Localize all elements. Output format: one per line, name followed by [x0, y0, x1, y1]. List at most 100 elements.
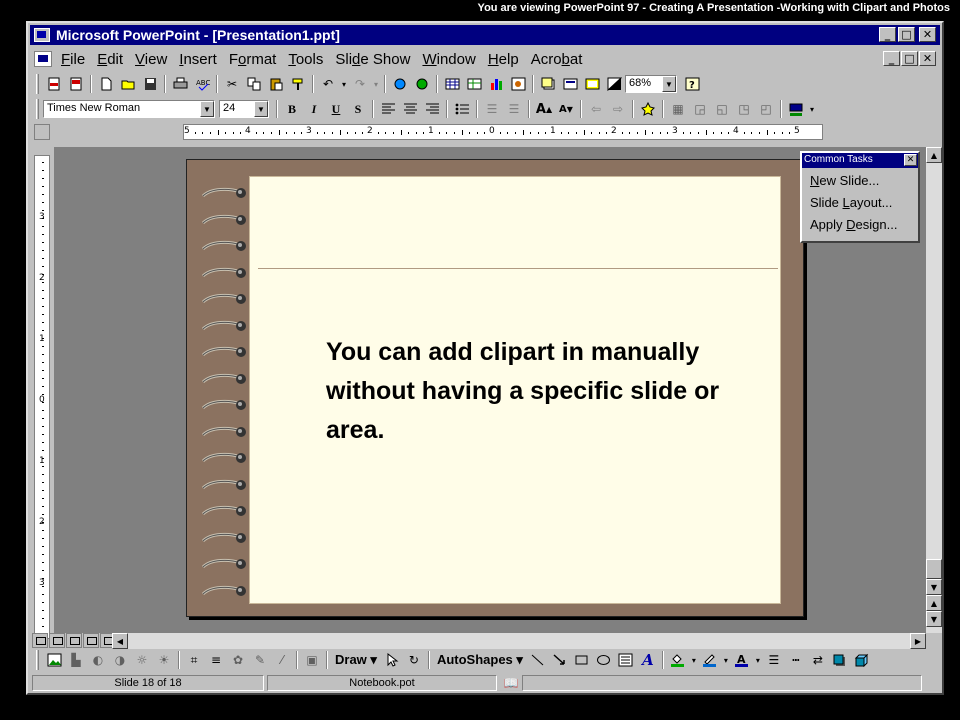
vertical-scrollbar[interactable]: ▲ ▼ ▲ ▼: [926, 147, 942, 633]
new-slide-button[interactable]: New Slide...: [802, 168, 918, 190]
doc-restore-button[interactable]: □: [901, 51, 918, 66]
menu-edit[interactable]: Edit: [96, 51, 124, 68]
scroll-down-icon[interactable]: ▼: [926, 579, 942, 595]
align-right-icon[interactable]: [421, 98, 443, 120]
set-transparent-icon[interactable]: ⁄: [271, 649, 293, 671]
menu-file[interactable]: File: [60, 51, 86, 68]
insert-picture-icon[interactable]: [43, 649, 65, 671]
undo-dropdown-icon[interactable]: ▾: [339, 73, 349, 95]
zoom-dropdown-icon[interactable]: ▼: [662, 76, 676, 92]
rectangle-icon[interactable]: [571, 649, 593, 671]
new-slide-icon[interactable]: [537, 73, 559, 95]
scroll-thumb[interactable]: [926, 559, 942, 579]
size-dropdown-icon[interactable]: ▼: [254, 101, 268, 117]
menu-help[interactable]: Help: [487, 51, 520, 68]
decrease-font-icon[interactable]: A ▼: [555, 98, 577, 120]
web-toolbar-icon[interactable]: [411, 73, 433, 95]
minimize-button[interactable]: _: [879, 27, 896, 42]
more-contrast-icon[interactable]: ◑: [109, 649, 131, 671]
menu-slide-show[interactable]: Slide Show: [334, 51, 411, 68]
3d-icon[interactable]: [851, 649, 873, 671]
menu-window[interactable]: Window: [421, 51, 476, 68]
increase-font-icon[interactable]: A ▲: [533, 98, 555, 120]
shadow-icon[interactable]: [829, 649, 851, 671]
new-icon[interactable]: [95, 73, 117, 95]
chart-icon[interactable]: [485, 73, 507, 95]
cut-icon[interactable]: ✂: [221, 73, 243, 95]
paste-icon[interactable]: [265, 73, 287, 95]
line-color-icon[interactable]: [785, 98, 807, 120]
font-color-icon[interactable]: A: [731, 649, 753, 671]
recolor-icon[interactable]: ✿: [227, 649, 249, 671]
send-backward-icon[interactable]: ◱: [711, 98, 733, 120]
free-rotate-icon[interactable]: ↻: [403, 649, 425, 671]
arrow-style-icon[interactable]: ⇄: [807, 649, 829, 671]
font-size-select[interactable]: 24 ▼: [219, 100, 269, 118]
format-painter-icon[interactable]: [287, 73, 309, 95]
promote-icon[interactable]: ⇦: [585, 98, 607, 120]
doc-close-button[interactable]: ✕: [919, 51, 936, 66]
open-icon[interactable]: [117, 73, 139, 95]
fill-color-icon[interactable]: [667, 649, 689, 671]
line-color-draw-dropdown-icon[interactable]: ▾: [721, 649, 731, 671]
slide[interactable]: You can add clipart in manually without …: [186, 159, 804, 617]
menu-format[interactable]: Format: [228, 51, 278, 68]
menu-acrobat[interactable]: Acrobat: [530, 51, 584, 68]
align-center-icon[interactable]: [399, 98, 421, 120]
picture-contrast-icon[interactable]: ▙: [65, 649, 87, 671]
shadow-button[interactable]: S: [347, 98, 369, 120]
print-icon[interactable]: [169, 73, 191, 95]
pdf-email-icon[interactable]: [65, 73, 87, 95]
line-style-icon[interactable]: ≡: [205, 649, 227, 671]
slide-layout-icon[interactable]: [559, 73, 581, 95]
slide-layout-button[interactable]: Slide Layout...: [802, 190, 918, 212]
insert-excel-icon[interactable]: [463, 73, 485, 95]
slide-view-icon[interactable]: [66, 633, 82, 648]
wordart-icon[interactable]: A: [637, 649, 659, 671]
italic-button[interactable]: I: [303, 98, 325, 120]
normal-view-icon[interactable]: [32, 633, 48, 648]
maximize-button[interactable]: □: [898, 27, 915, 42]
previous-slide-icon[interactable]: ▲: [926, 595, 942, 611]
black-white-view-icon[interactable]: [603, 73, 625, 95]
save-icon[interactable]: [139, 73, 161, 95]
select-icon[interactable]: [381, 649, 403, 671]
zoom-select[interactable]: 68% ▼: [625, 75, 677, 93]
pdf-icon[interactable]: [43, 73, 65, 95]
font-name-select[interactable]: Times New Roman ▼: [43, 100, 215, 118]
menu-view[interactable]: View: [134, 51, 168, 68]
slide-sorter-view-icon[interactable]: [83, 633, 99, 648]
line-color-dropdown-icon[interactable]: ▾: [807, 98, 817, 120]
more-brightness-icon[interactable]: ☼: [131, 649, 153, 671]
hyperlink-icon[interactable]: [389, 73, 411, 95]
align-left-icon[interactable]: [377, 98, 399, 120]
slide-body-text[interactable]: You can add clipart in manually without …: [326, 333, 746, 450]
image-color-icon[interactable]: ◐: [87, 649, 109, 671]
spelling-icon[interactable]: ABC: [191, 73, 213, 95]
apply-design-button[interactable]: Apply Design...: [802, 212, 918, 234]
textbox-icon[interactable]: [615, 649, 637, 671]
doc-minimize-button[interactable]: _: [883, 51, 900, 66]
clipart-icon[interactable]: [507, 73, 529, 95]
reset-picture-icon[interactable]: ▣: [301, 649, 323, 671]
font-dropdown-icon[interactable]: ▼: [200, 101, 214, 117]
font-color-dropdown-icon[interactable]: ▾: [753, 649, 763, 671]
document-icon[interactable]: [34, 51, 52, 67]
less-brightness-icon[interactable]: ☀: [153, 649, 175, 671]
menu-tools[interactable]: Tools: [287, 51, 324, 68]
bullet-icon[interactable]: [451, 98, 473, 120]
animation-effects-icon[interactable]: [637, 98, 659, 120]
menu-insert[interactable]: Insert: [178, 51, 218, 68]
oval-icon[interactable]: [593, 649, 615, 671]
line-weight-icon[interactable]: ☰: [763, 649, 785, 671]
rotate-icon[interactable]: ◳: [733, 98, 755, 120]
group-icon[interactable]: ▦: [667, 98, 689, 120]
next-slide-icon[interactable]: ▼: [926, 611, 942, 627]
dash-style-icon[interactable]: ┅: [785, 649, 807, 671]
close-icon[interactable]: ✕: [904, 154, 917, 166]
align-objects-icon[interactable]: ◰: [755, 98, 777, 120]
bring-forward-icon[interactable]: ◲: [689, 98, 711, 120]
increase-spacing-icon[interactable]: ☰: [481, 98, 503, 120]
fill-color-dropdown-icon[interactable]: ▾: [689, 649, 699, 671]
line-color-draw-icon[interactable]: [699, 649, 721, 671]
